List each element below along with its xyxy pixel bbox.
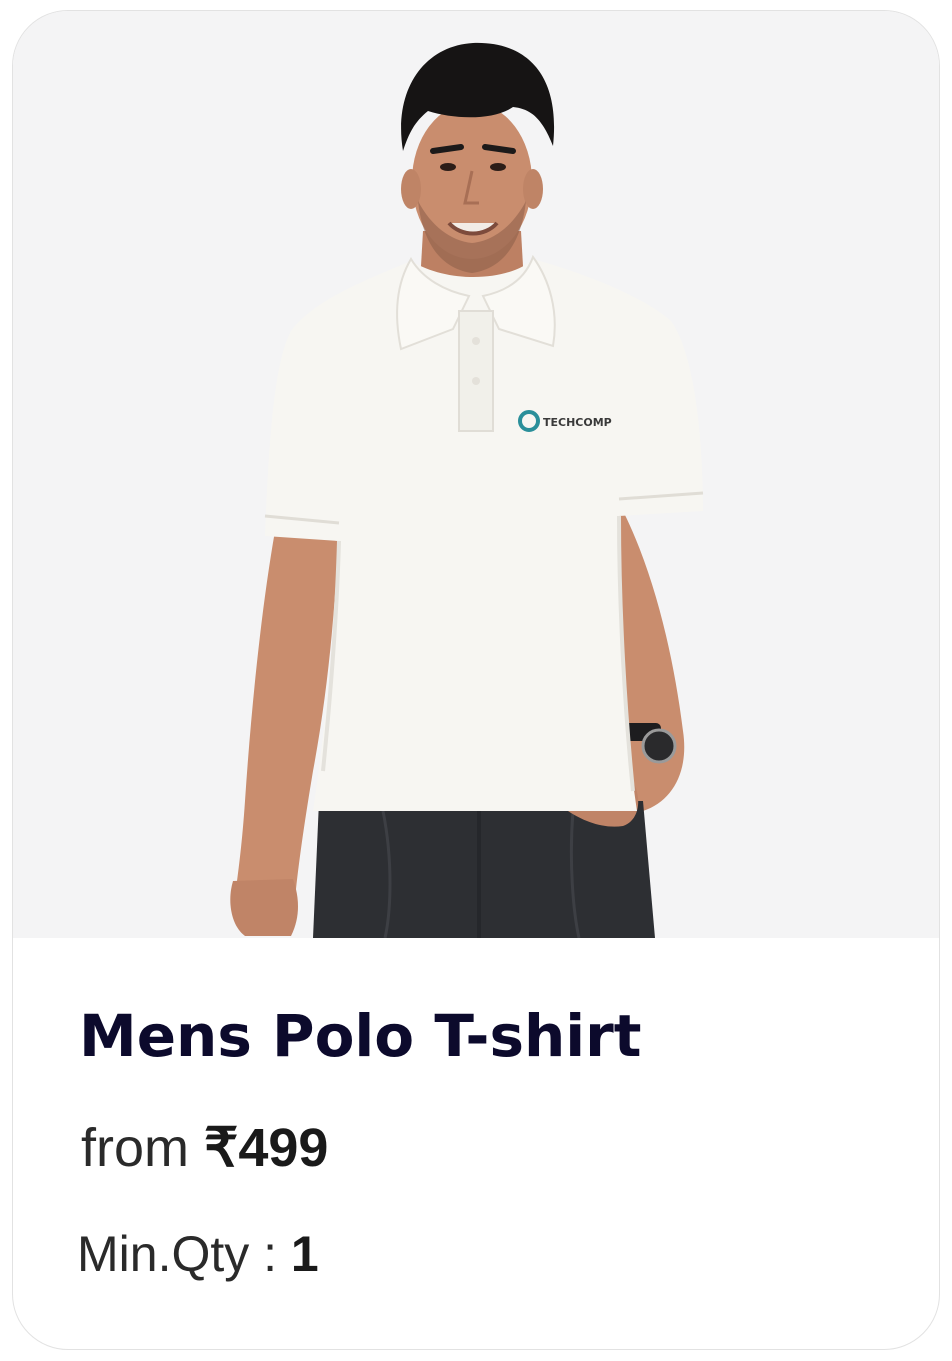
product-title[interactable]: Mens Polo T-shirt xyxy=(79,1002,641,1070)
min-qty-value: 1 xyxy=(290,1226,319,1282)
product-card[interactable]: TECHCOMP Mens Polo T-shirt from ₹499 Min… xyxy=(12,10,940,1350)
min-quantity: Min.Qty : 1 xyxy=(77,1225,319,1283)
price-value: ₹499 xyxy=(204,1118,329,1178)
shirt-logo-text: TECHCOMP xyxy=(543,416,612,429)
min-qty-label: Min.Qty : xyxy=(77,1226,291,1282)
product-photo: TECHCOMP xyxy=(230,42,704,938)
product-info: Mens Polo T-shirt from ₹499 Min.Qty : 1 xyxy=(13,938,939,1349)
price-prefix: from xyxy=(81,1118,189,1178)
product-price: from ₹499 xyxy=(81,1116,328,1179)
product-image[interactable]: TECHCOMP xyxy=(13,11,939,938)
